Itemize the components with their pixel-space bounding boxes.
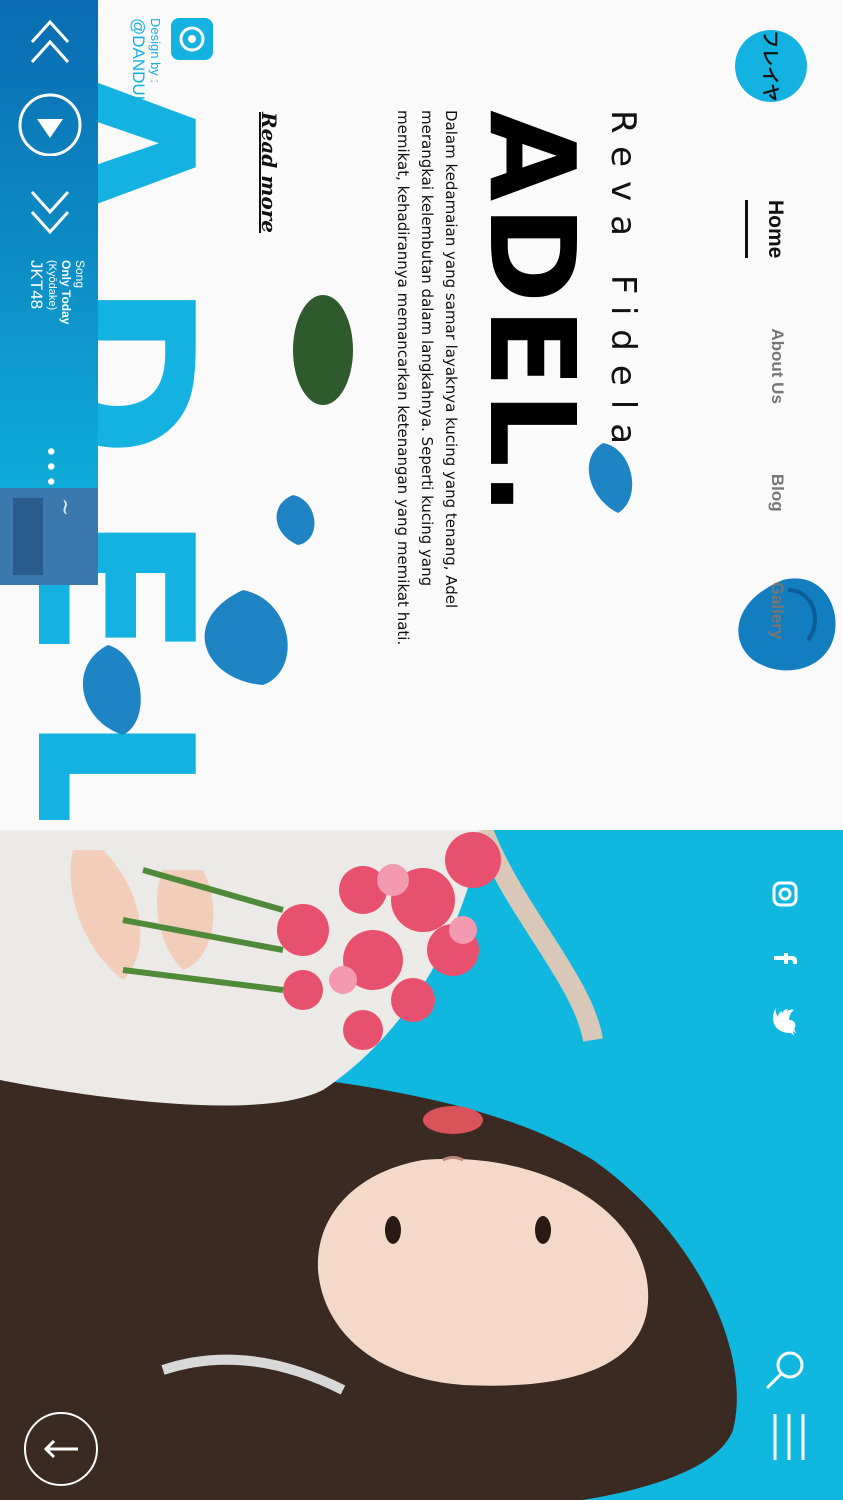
- song-title: Only Today: [59, 260, 74, 325]
- menu-icon[interactable]: [769, 1412, 809, 1462]
- more-options-button[interactable]: •••: [37, 445, 62, 490]
- petal-2: [276, 495, 315, 545]
- portrait-image: [0, 830, 843, 1500]
- read-more-link[interactable]: Read more: [257, 112, 281, 233]
- hero-subtitle: Reva Fidela: [603, 110, 643, 459]
- design-credit-name[interactable]: @DANDULLD: [128, 18, 148, 127]
- nav-home[interactable]: Home: [753, 200, 787, 258]
- brand-logo[interactable]: フレイヤ: [735, 30, 807, 102]
- music-player: Song Only Today (Kyōdake) JKT48 ••• ~: [0, 0, 98, 585]
- nav-blog[interactable]: Blog: [767, 474, 787, 512]
- facebook-icon[interactable]: [771, 944, 799, 972]
- album-cover[interactable]: ~: [0, 488, 98, 585]
- design-credit-label: Design by :: [148, 18, 163, 84]
- song-artist: JKT48: [26, 260, 46, 310]
- play-button[interactable]: [18, 92, 82, 156]
- play-icon: [18, 93, 82, 156]
- social-links: [771, 880, 799, 1036]
- scroll-down-button[interactable]: [24, 1412, 98, 1486]
- petal-4: [83, 645, 141, 735]
- twitter-icon[interactable]: [771, 1008, 799, 1036]
- hero-description: Dalam kedamaian yang samar layaknya kuci…: [394, 110, 460, 646]
- song-label: Song: [73, 260, 87, 289]
- fast-forward-icon[interactable]: [18, 180, 82, 244]
- arrow-down-icon: [43, 1439, 78, 1459]
- svg-text:~: ~: [52, 498, 77, 516]
- design-credit: Design by : @DANDULLD: [128, 18, 213, 127]
- petal-3: [204, 590, 288, 685]
- rewind-icon[interactable]: [18, 10, 82, 74]
- hero-title: ADEL.: [463, 110, 601, 520]
- song-subtitle: (Kyōdake): [46, 260, 59, 311]
- nav-about-us[interactable]: About Us: [767, 328, 787, 404]
- search-icon[interactable]: [763, 1348, 807, 1392]
- main-nav: Home About Us Blog Gallery: [753, 200, 787, 639]
- nav-gallery[interactable]: Gallery: [767, 582, 787, 640]
- brand-logo-text: フレイヤ: [759, 30, 780, 102]
- rose-leaves: [293, 295, 353, 405]
- song-info: Song Only Today (Kyōdake) JKT48: [26, 260, 87, 325]
- designer-badge-icon: [171, 18, 213, 60]
- page-canvas: ADEL: [0, 0, 843, 1500]
- instagram-icon[interactable]: [771, 880, 799, 908]
